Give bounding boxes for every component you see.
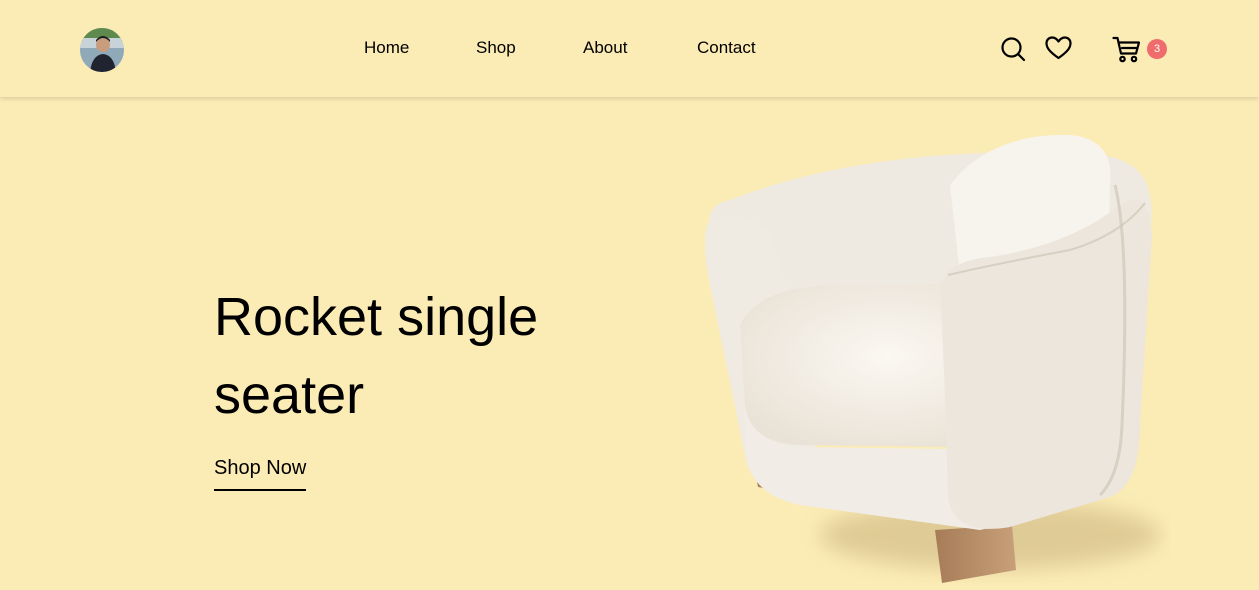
search-icon[interactable]: [1000, 36, 1026, 67]
avatar[interactable]: [80, 28, 124, 72]
shop-now-link[interactable]: Shop Now: [214, 457, 307, 491]
nav-shop[interactable]: Shop: [476, 38, 516, 58]
nav-about[interactable]: About: [583, 38, 627, 58]
nav-contact[interactable]: Contact: [697, 38, 756, 58]
site-header: Home Shop About Contact 3: [0, 0, 1259, 97]
cart-icon[interactable]: [1112, 36, 1141, 68]
chair-image: [690, 125, 1170, 590]
nav-home[interactable]: Home: [364, 38, 409, 58]
hero-title: Rocket single seater: [214, 287, 539, 425]
avatar-image: [80, 28, 124, 72]
cart-count-badge: 3: [1147, 39, 1167, 59]
heart-icon[interactable]: [1045, 36, 1072, 65]
